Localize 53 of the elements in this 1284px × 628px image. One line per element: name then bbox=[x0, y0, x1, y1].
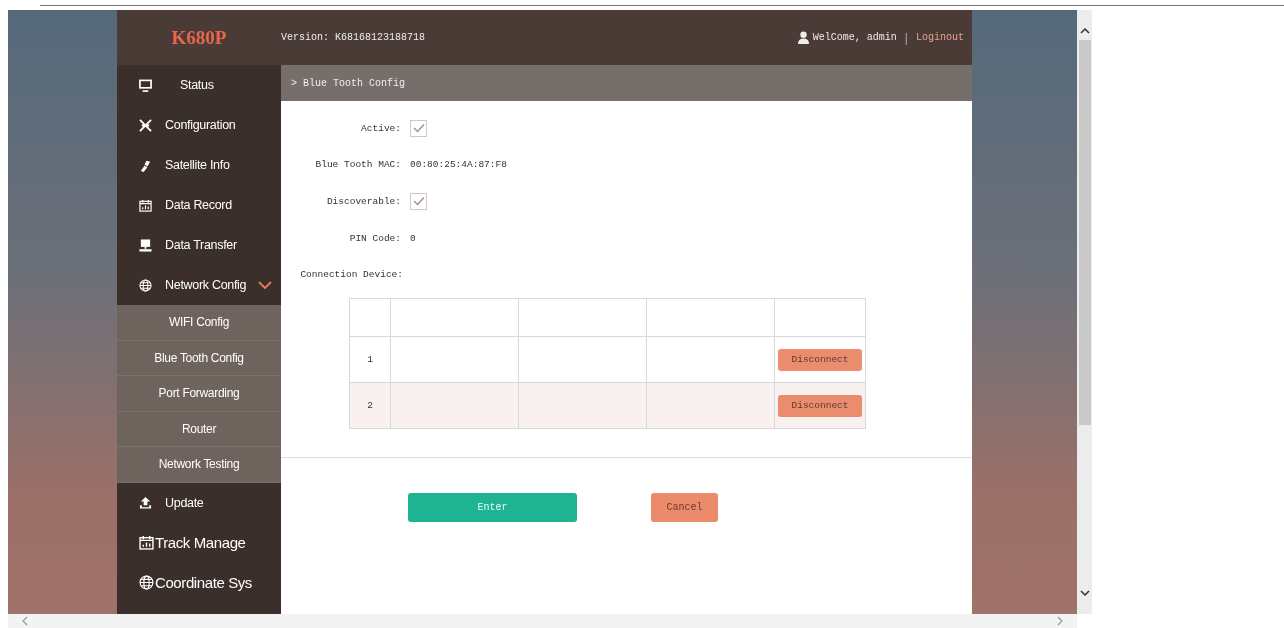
table-cell: 2 bbox=[349, 382, 391, 429]
submenu-item[interactable]: Blue Tooth Config bbox=[117, 340, 281, 377]
scrollbar-thumb[interactable] bbox=[1078, 40, 1091, 425]
scroll-down-icon[interactable] bbox=[1079, 590, 1090, 596]
table-cell: 1 bbox=[349, 336, 391, 383]
sidebar-item[interactable]: Status bbox=[117, 65, 281, 105]
vertical-scrollbar[interactable] bbox=[1077, 10, 1092, 614]
scroll-left-icon[interactable] bbox=[22, 616, 28, 626]
sidebar-item[interactable]: Network Config bbox=[117, 265, 281, 305]
checkbox[interactable] bbox=[410, 119, 427, 137]
sidebar-item[interactable]: Update bbox=[117, 482, 281, 523]
field-label: Active: bbox=[360, 122, 401, 134]
sidebar-item[interactable]: Configuration bbox=[117, 105, 281, 145]
field-value: 0 bbox=[410, 232, 416, 244]
scroll-up-icon[interactable] bbox=[1079, 28, 1090, 34]
upload-icon bbox=[139, 496, 152, 510]
field-label: Blue Tooth MAC: bbox=[314, 159, 401, 171]
scroll-right-icon[interactable] bbox=[1057, 616, 1063, 626]
sidebar-item[interactable]: Coordinate Sys bbox=[117, 562, 281, 603]
field-label: Connection Device: bbox=[299, 269, 403, 281]
logo: K680P bbox=[170, 26, 228, 49]
submenu-item[interactable]: Router bbox=[117, 411, 281, 448]
globe-icon bbox=[139, 575, 154, 591]
submenu-item[interactable]: Port Forwarding bbox=[117, 376, 281, 412]
calendar-icon bbox=[139, 535, 154, 551]
sidebar-item[interactable]: Data Transfer bbox=[117, 225, 281, 265]
computer-icon bbox=[139, 238, 152, 252]
table-header-cell bbox=[349, 298, 391, 337]
chevron-down-icon bbox=[258, 281, 273, 289]
disconnect-button[interactable]: Disconnect bbox=[778, 348, 862, 371]
checkbox[interactable] bbox=[410, 193, 427, 210]
calendar-icon bbox=[139, 198, 152, 212]
separator-text: | bbox=[904, 30, 908, 45]
sidebar-item[interactable]: Data Record bbox=[117, 185, 281, 225]
cancel-button[interactable]: Cancel bbox=[651, 492, 718, 522]
submenu-item[interactable]: WIFI Config bbox=[117, 305, 281, 341]
disconnect-button[interactable]: Disconnect bbox=[778, 394, 862, 417]
version-text: Version: K68168123188718 bbox=[281, 32, 426, 43]
submenu-item[interactable]: Network Testing bbox=[117, 447, 281, 483]
field-label: Discoverable: bbox=[325, 196, 401, 207]
user-icon bbox=[797, 31, 809, 44]
field-label: PIN Code: bbox=[348, 232, 401, 244]
sidebar-item[interactable]: Satellite Info bbox=[117, 145, 281, 185]
welcome-text: WelCome, admin bbox=[812, 32, 897, 43]
globe-icon bbox=[139, 278, 152, 292]
horizontal-scrollbar[interactable] bbox=[8, 614, 1077, 628]
tools-icon bbox=[139, 118, 152, 132]
field-value: 00:80:25:4A:87:F8 bbox=[410, 159, 507, 171]
logout-link[interactable]: Loginout bbox=[916, 32, 964, 43]
breadcrumb-text: > Blue Tooth Config bbox=[291, 77, 406, 89]
satellite-icon bbox=[139, 158, 152, 172]
sidebar-item[interactable]: Track Manage bbox=[117, 522, 281, 563]
monitor-icon bbox=[139, 78, 152, 92]
